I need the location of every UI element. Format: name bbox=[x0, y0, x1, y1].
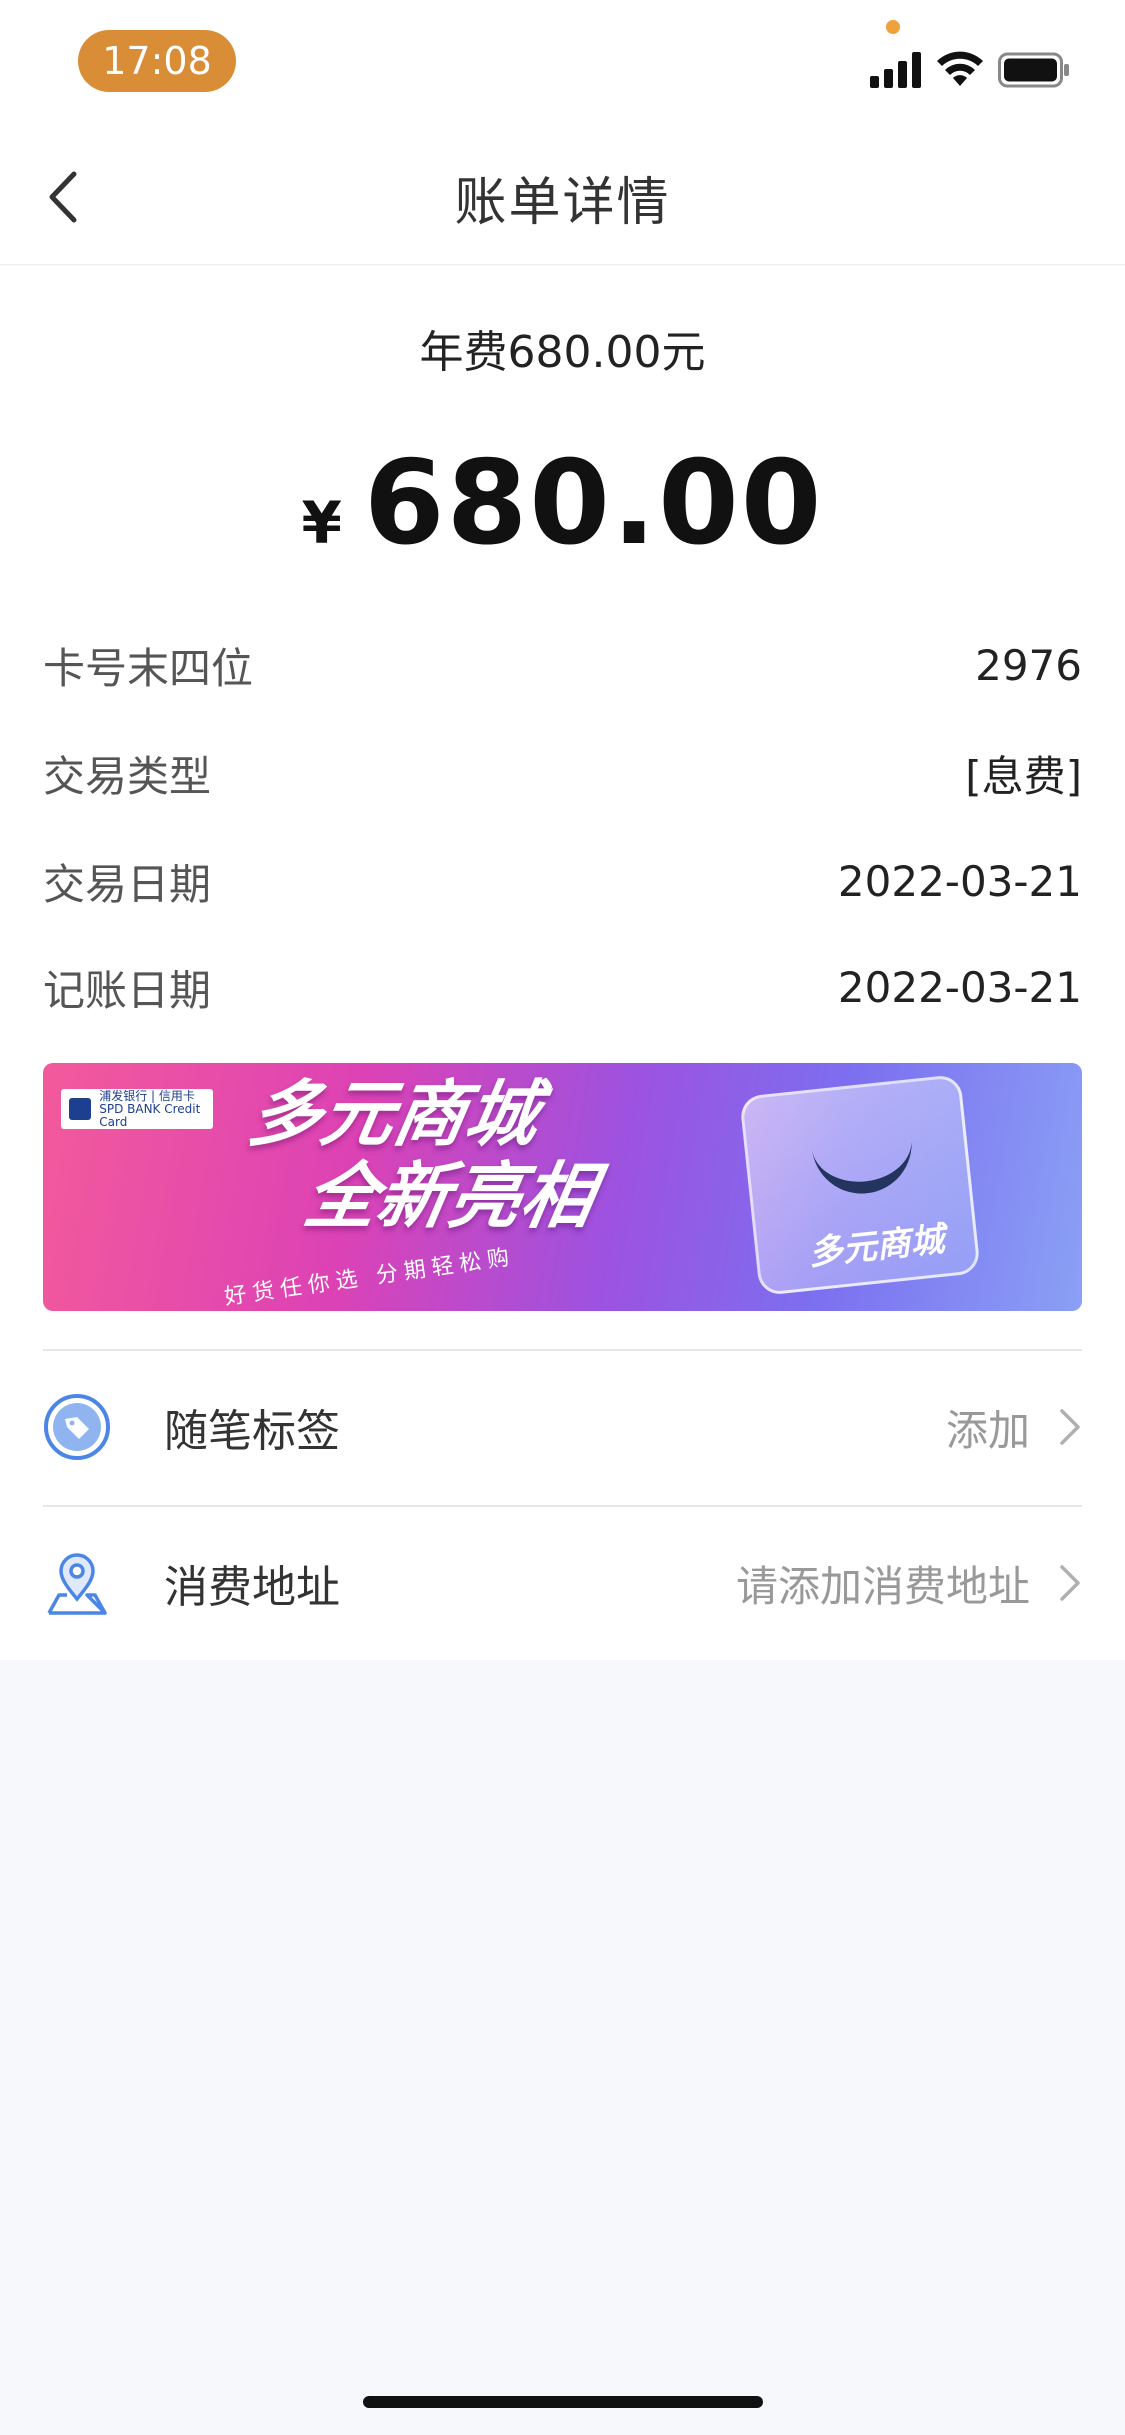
tag-icon bbox=[43, 1393, 111, 1461]
location-pin-icon bbox=[43, 1549, 111, 1617]
note-tag-label: 随笔标签 bbox=[164, 1406, 340, 1457]
divider bbox=[43, 1505, 1082, 1507]
banner-badge-text: 多元商城 bbox=[806, 1219, 947, 1274]
cellular-signal-icon bbox=[870, 52, 921, 88]
status-time: 17:08 bbox=[78, 30, 236, 92]
detail-label: 卡号末四位 bbox=[43, 643, 254, 693]
detail-row-posting-date: 记账日期 2022-03-21 bbox=[43, 957, 1082, 1017]
wifi-icon bbox=[937, 51, 983, 86]
spending-address-value: 请添加消费地址 bbox=[735, 1561, 1030, 1611]
detail-row-transaction-type: 交易类型 [息费] bbox=[43, 743, 1082, 803]
bill-detail-card: 年费680.00元 ¥ 680.00 卡号末四位 2976 交易类型 [息费] … bbox=[0, 266, 1125, 1660]
detail-label: 交易类型 bbox=[43, 751, 212, 801]
chevron-right-icon bbox=[1060, 1409, 1080, 1445]
spending-address-label: 消费地址 bbox=[164, 1562, 340, 1613]
home-indicator[interactable] bbox=[363, 2396, 763, 2408]
bank-logo: 浦发银行 | 信用卡 SPD BANK Credit Card bbox=[61, 1089, 213, 1129]
detail-row-transaction-date: 交易日期 2022-03-21 bbox=[43, 851, 1082, 911]
divider bbox=[43, 1349, 1082, 1351]
promo-banner[interactable]: 浦发银行 | 信用卡 SPD BANK Credit Card 多元商城 全新亮… bbox=[43, 1063, 1082, 1311]
status-bar: 17:08 bbox=[0, 0, 1125, 130]
banner-headline: 多元商城 全新亮相 bbox=[229, 1072, 616, 1238]
bill-amount: ¥ 680.00 bbox=[0, 436, 1125, 571]
bank-logo-mark bbox=[69, 1098, 92, 1120]
battery-icon bbox=[998, 52, 1069, 88]
amount-value: 680.00 bbox=[363, 436, 824, 571]
nav-bar: 账单详情 bbox=[0, 130, 1125, 265]
bill-description: 年费680.00元 bbox=[419, 327, 706, 378]
detail-value: [息费] bbox=[965, 751, 1082, 801]
detail-label: 记账日期 bbox=[43, 965, 212, 1015]
bank-logo-english: SPD BANK Credit Card bbox=[99, 1101, 201, 1129]
chevron-right-icon bbox=[1060, 1565, 1080, 1601]
detail-value: 2976 bbox=[975, 640, 1082, 690]
detail-row-card-last-four: 卡号末四位 2976 bbox=[43, 635, 1082, 695]
detail-label: 交易日期 bbox=[43, 859, 212, 909]
banner-headline-line1: 多元商城 bbox=[242, 1072, 546, 1156]
note-tag-row[interactable]: 随笔标签 添加 bbox=[43, 1352, 1082, 1502]
detail-value: 2022-03-21 bbox=[837, 962, 1082, 1012]
currency-symbol: ¥ bbox=[301, 489, 342, 557]
detail-value: 2022-03-21 bbox=[837, 856, 1082, 906]
note-tag-value: 添加 bbox=[945, 1405, 1030, 1455]
page-title: 账单详情 bbox=[454, 173, 671, 233]
banner-subtitle: 好货任你选 分期轻松购 bbox=[223, 1244, 517, 1311]
banner-headline-line2: 全新亮相 bbox=[298, 1154, 602, 1238]
bank-logo-name: 浦发银行 | 信用卡 bbox=[99, 1088, 195, 1103]
shopping-bag-icon: 多元商城 bbox=[739, 1073, 981, 1297]
spending-address-row[interactable]: 消费地址 请添加消费地址 bbox=[43, 1508, 1082, 1658]
bag-smile-mark bbox=[810, 1128, 917, 1199]
privacy-indicator-dot bbox=[886, 20, 900, 34]
